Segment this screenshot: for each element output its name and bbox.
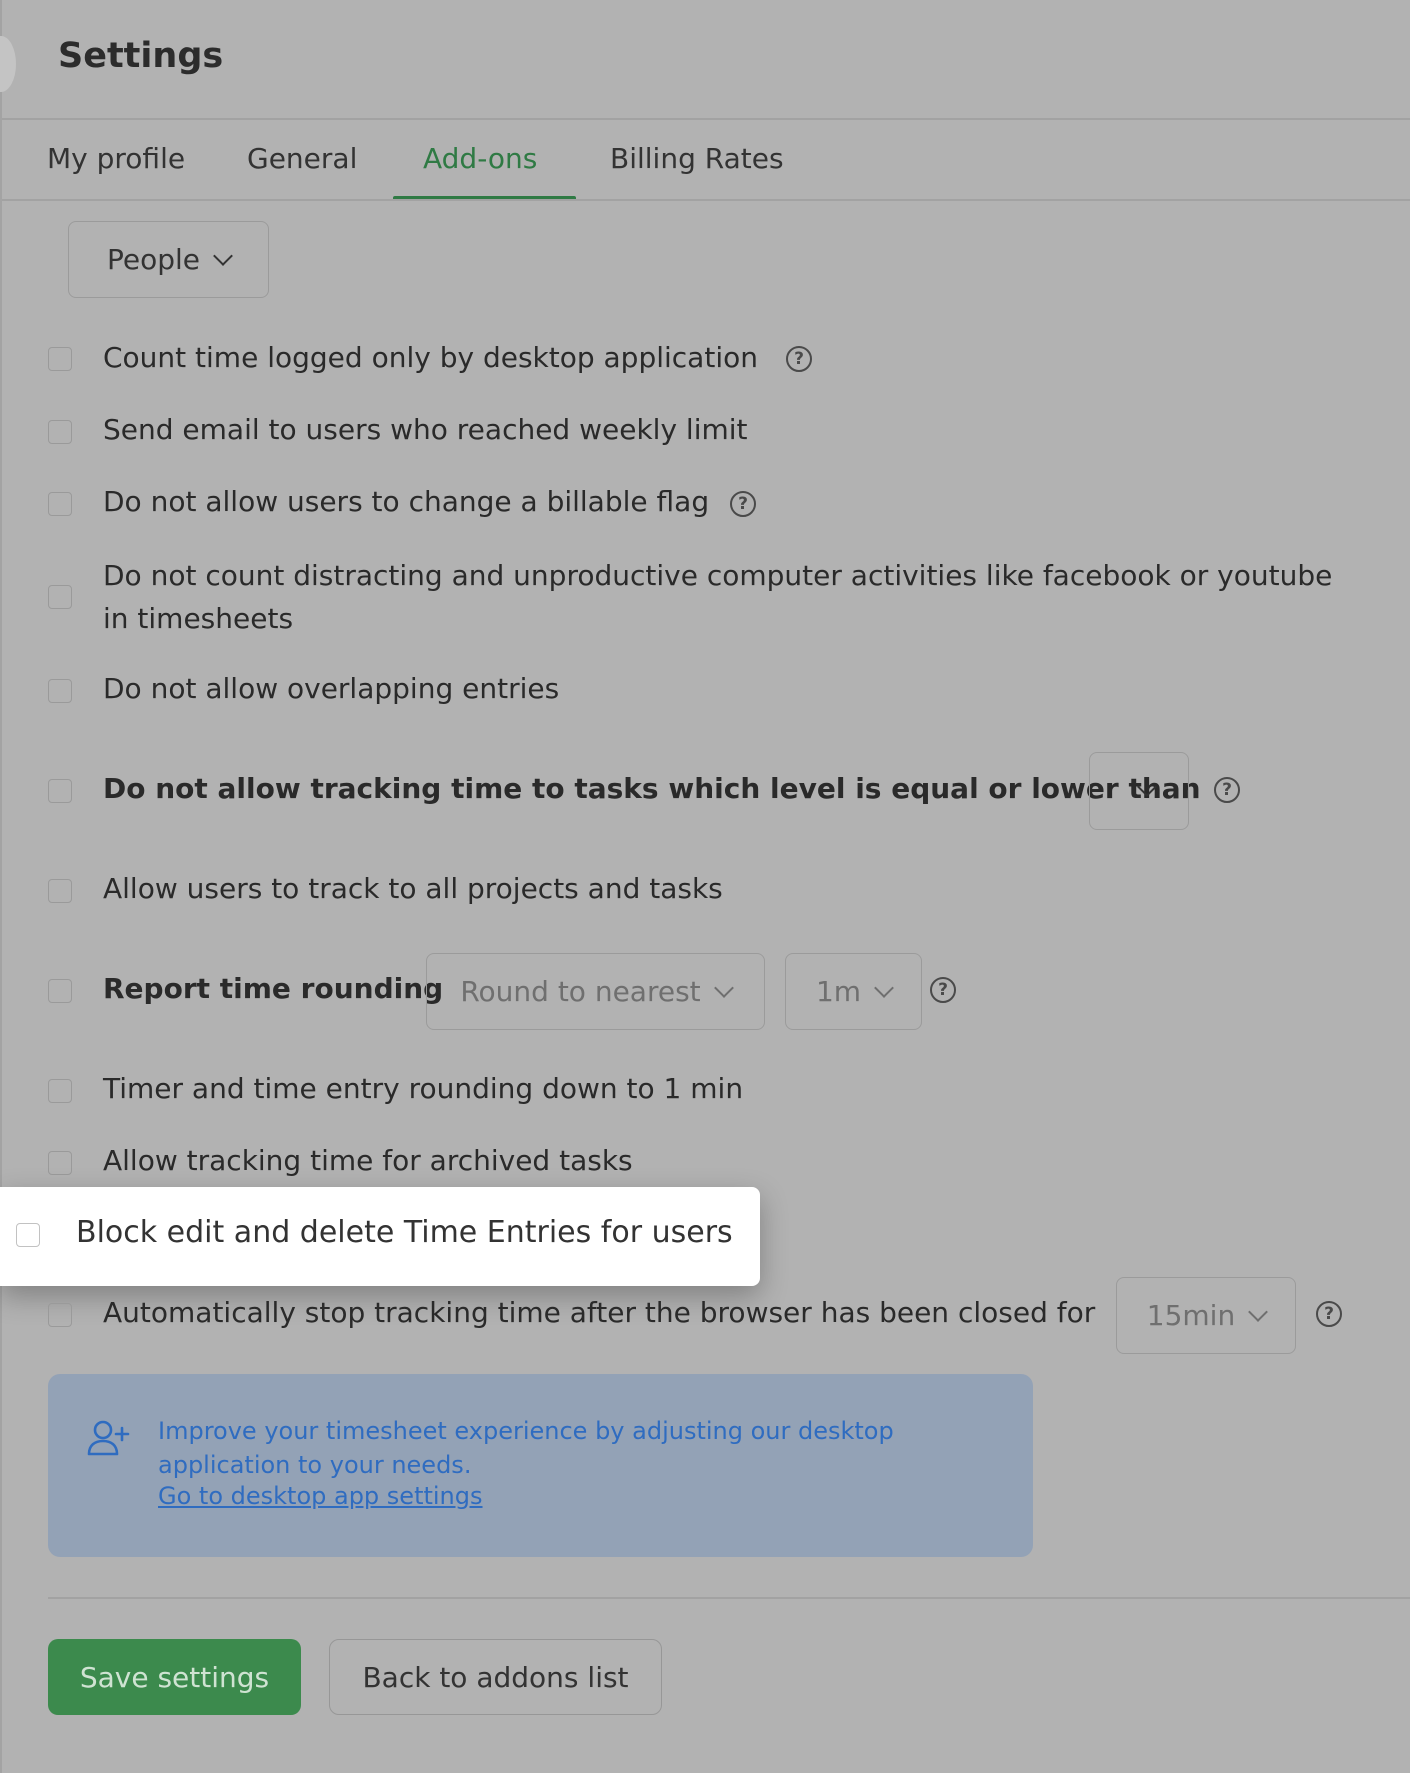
info-banner: Improve your timesheet experience by adj…: [48, 1374, 1033, 1557]
setting-checkbox[interactable]: [48, 1151, 72, 1175]
block-edit-checkbox[interactable]: [16, 1223, 40, 1247]
tab-billing-rates[interactable]: Billing Rates: [610, 142, 784, 175]
people-dropdown-value: People: [106, 243, 201, 276]
setting-label: Do not allow overlapping entries: [103, 672, 560, 705]
stop-duration-dropdown[interactable]: 15min: [1116, 1277, 1296, 1354]
setting-label: Count time logged only by desktop applic…: [103, 341, 758, 374]
tab-add-ons[interactable]: Add-ons: [423, 142, 537, 175]
add-user-icon: [87, 1420, 130, 1456]
setting-checkbox[interactable]: [48, 979, 72, 1003]
chevron-down-icon: [1248, 1301, 1269, 1322]
tab-general[interactable]: General: [247, 142, 357, 175]
setting-checkbox[interactable]: [48, 679, 72, 703]
chevron-down-icon: [874, 977, 894, 998]
sidebar-toggle[interactable]: [0, 36, 16, 92]
info-text: Improve your timesheet experience by adj…: [158, 1417, 894, 1479]
setting-checkbox[interactable]: [48, 492, 72, 516]
setting-label: Report time rounding: [103, 972, 444, 1005]
setting-label: Timer and time entry rounding down to 1 …: [103, 1072, 744, 1105]
back-to-addons-button[interactable]: Back to addons list: [329, 1639, 662, 1715]
rounding-interval-value: 1m: [815, 975, 862, 1008]
divider: [2, 118, 1410, 120]
window-edge: [0, 0, 2, 1773]
block-edit-label: Block edit and delete Time Entries for u…: [76, 1215, 733, 1250]
highlighted-setting-row: Block edit and delete Time Entries for u…: [0, 1187, 760, 1286]
task-level-dropdown[interactable]: [1089, 752, 1189, 830]
help-icon[interactable]: ?: [730, 491, 756, 517]
rounding-interval-dropdown[interactable]: 1m: [785, 953, 922, 1030]
setting-checkbox[interactable]: [48, 1079, 72, 1103]
help-icon[interactable]: ?: [786, 346, 812, 372]
setting-label: Do not count distracting and unproductiv…: [103, 559, 1333, 635]
desktop-settings-link[interactable]: Go to desktop app settings: [158, 1482, 483, 1510]
help-icon[interactable]: ?: [930, 977, 956, 1003]
stop-duration-value: 15min: [1146, 1299, 1236, 1332]
tabs-divider: [2, 199, 1410, 201]
chevron-down-icon: [1137, 777, 1157, 797]
footer-divider: [48, 1597, 1410, 1599]
save-settings-button[interactable]: Save settings: [48, 1639, 301, 1715]
setting-checkbox[interactable]: [48, 420, 72, 444]
setting-checkbox[interactable]: [48, 779, 72, 803]
rounding-mode-value: Round to nearest: [460, 975, 701, 1008]
people-dropdown[interactable]: People: [68, 221, 269, 298]
setting-checkbox[interactable]: [48, 879, 72, 903]
setting-label: Send email to users who reached weekly l…: [103, 413, 748, 446]
setting-checkbox[interactable]: [48, 585, 72, 609]
setting-label: Allow tracking time for archived tasks: [103, 1144, 633, 1177]
setting-label: Do not allow users to change a billable …: [103, 485, 710, 518]
setting-checkbox[interactable]: [48, 347, 72, 371]
help-icon[interactable]: ?: [1214, 777, 1240, 803]
setting-label: Allow users to track to all projects and…: [103, 872, 723, 905]
tab-my-profile[interactable]: My profile: [47, 142, 185, 175]
help-icon[interactable]: ?: [1316, 1301, 1342, 1327]
setting-label: Do not allow tracking time to tasks whic…: [103, 772, 1201, 805]
setting-checkbox[interactable]: [48, 1303, 72, 1327]
rounding-mode-dropdown[interactable]: Round to nearest: [426, 953, 765, 1030]
setting-label: Automatically stop tracking time after t…: [103, 1296, 1096, 1329]
chevron-down-icon: [713, 977, 734, 998]
page-title: Settings: [58, 36, 224, 76]
chevron-down-icon: [213, 245, 233, 266]
